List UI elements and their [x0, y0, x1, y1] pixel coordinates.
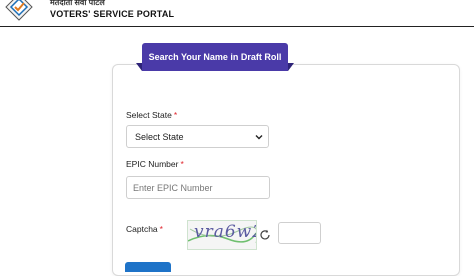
refresh-icon[interactable] [259, 229, 271, 241]
state-select[interactable]: Select State [126, 125, 269, 148]
captcha-label-text: Captcha [126, 224, 158, 234]
header: मतदाता सेवा पोर्टल VOTERS' SERVICE PORTA… [0, 0, 474, 27]
required-mark: * [180, 159, 184, 169]
epic-label-text: EPIC Number [126, 159, 179, 169]
state-label: Select State * [126, 110, 177, 120]
captcha-image: vra6w2 [187, 220, 257, 250]
tab-fold-right [288, 63, 294, 71]
captcha-input[interactable] [278, 222, 321, 244]
form-title-tab: Search Your Name in Draft Roll [142, 43, 288, 71]
required-mark: * [159, 224, 163, 234]
eci-logo-icon [5, 0, 33, 21]
required-mark: * [173, 110, 178, 120]
search-form-card [112, 64, 460, 276]
portal-hindi-title: मतदाता सेवा पोर्टल [50, 0, 105, 7]
portal-title: VOTERS' SERVICE PORTAL [50, 9, 175, 19]
captcha-label: Captcha * [126, 224, 163, 234]
epic-placeholder: Enter EPIC Number [133, 182, 213, 193]
chevron-down-icon [255, 135, 263, 140]
state-label-text: Select State [126, 110, 172, 120]
captcha-text: vra6w2 [194, 222, 256, 242]
state-select-value: Select State [135, 131, 184, 142]
epic-number-input[interactable]: Enter EPIC Number [126, 176, 270, 199]
submit-button[interactable] [125, 262, 171, 272]
epic-label: EPIC Number * [126, 159, 184, 169]
